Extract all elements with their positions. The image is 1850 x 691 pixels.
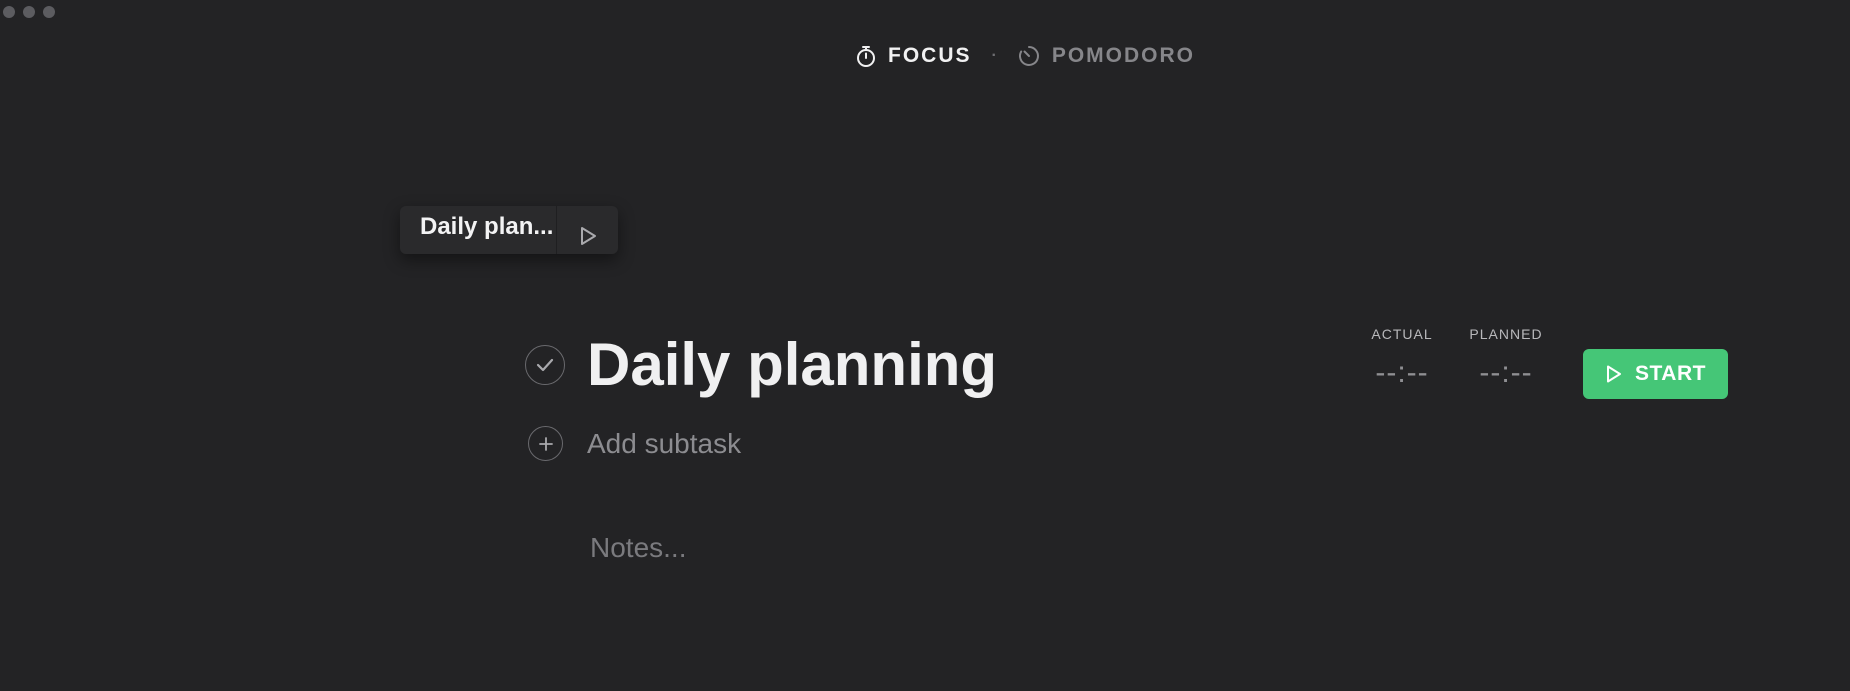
- start-button[interactable]: START: [1583, 349, 1728, 399]
- app-window: FOCUS · POMODORO Daily plan... Daily pla…: [0, 0, 1850, 691]
- pomodoro-timer-icon: [1017, 44, 1041, 68]
- complete-task-button[interactable]: [525, 345, 565, 385]
- plus-icon: [538, 436, 554, 452]
- floating-mini-timer[interactable]: Daily plan...: [400, 206, 618, 254]
- play-icon: [1605, 364, 1623, 384]
- mode-switch: FOCUS · POMODORO: [855, 44, 1195, 68]
- play-icon: [578, 225, 598, 247]
- pomodoro-mode-label: POMODORO: [1051, 44, 1195, 67]
- task-title[interactable]: Daily planning: [587, 330, 997, 400]
- pomodoro-mode-tab[interactable]: POMODORO: [1017, 44, 1195, 68]
- planned-time: PLANNED --:--: [1466, 326, 1546, 390]
- checkmark-icon: [535, 357, 555, 373]
- close-window-button[interactable]: [3, 6, 15, 18]
- zoom-window-button[interactable]: [43, 6, 55, 18]
- window-controls: [3, 6, 55, 18]
- mini-timer-task-title: Daily plan...: [420, 213, 554, 240]
- mode-separator: ·: [991, 47, 997, 64]
- minimize-window-button[interactable]: [23, 6, 35, 18]
- planned-time-label: PLANNED: [1469, 326, 1543, 342]
- notes-input[interactable]: Notes...: [590, 529, 686, 567]
- planned-time-value[interactable]: --:--: [1466, 356, 1546, 390]
- focus-mode-tab[interactable]: FOCUS: [855, 44, 972, 68]
- start-button-label: START: [1635, 362, 1706, 385]
- focus-mode-label: FOCUS: [888, 44, 972, 67]
- add-subtask-button[interactable]: [528, 426, 563, 461]
- add-subtask-input[interactable]: Add subtask: [587, 425, 741, 463]
- actual-time: ACTUAL --:--: [1364, 326, 1440, 390]
- stopwatch-icon: [855, 44, 877, 68]
- mini-timer-play-button[interactable]: [556, 206, 618, 254]
- actual-time-value[interactable]: --:--: [1364, 356, 1440, 390]
- actual-time-label: ACTUAL: [1371, 326, 1433, 342]
